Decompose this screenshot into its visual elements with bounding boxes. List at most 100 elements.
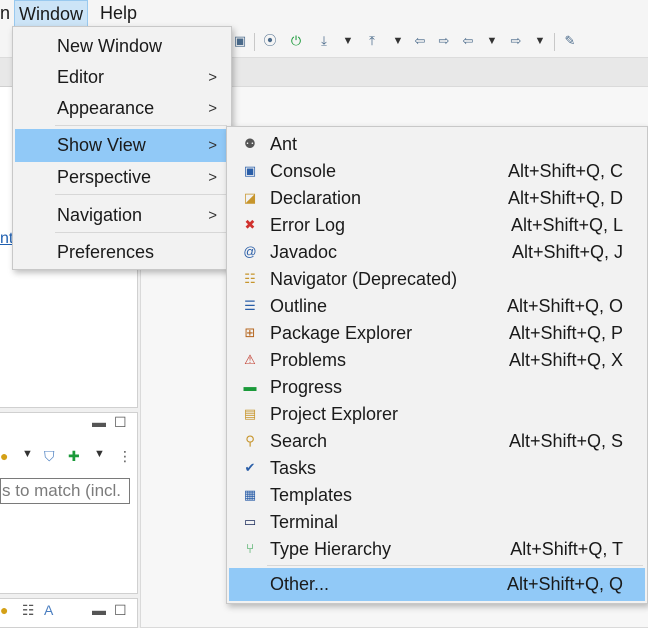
view-item-label: Declaration bbox=[270, 188, 362, 208]
terminal-icon: ▭ bbox=[243, 514, 257, 529]
templates-icon: ▦ bbox=[243, 487, 257, 502]
maximize-icon[interactable]: ☐ bbox=[114, 414, 127, 431]
ant-icon: ⚉ bbox=[244, 136, 256, 151]
view-item-label: Terminal bbox=[270, 512, 339, 532]
progress-icon: ▬ bbox=[243, 379, 257, 394]
view-item-search[interactable]: ⚲ Search Alt+Shift+Q, S bbox=[229, 428, 645, 455]
view-item-ant[interactable]: ⚉ Ant bbox=[229, 131, 645, 158]
view-item-shortcut: Alt+Shift+Q, T bbox=[510, 539, 623, 559]
view-item-problems[interactable]: ⚠ Problems Alt+Shift+Q, X bbox=[229, 347, 645, 374]
view-item-javadoc[interactable]: @ Javadoc Alt+Shift+Q, J bbox=[229, 239, 645, 266]
view-item-label: Tasks bbox=[270, 458, 317, 478]
menu-window-prev[interactable]: n bbox=[0, 0, 14, 27]
view-item-other[interactable]: Other... Alt+Shift+Q, Q bbox=[229, 568, 645, 601]
forward-history-icon[interactable]: ⇨ bbox=[436, 33, 452, 49]
console-icon: ▣ bbox=[243, 163, 257, 178]
package-explorer-icon: ⊞ bbox=[244, 325, 256, 340]
view-item-outline[interactable]: ☰ Outline Alt+Shift+Q, O bbox=[229, 293, 645, 320]
view-item-shortcut: Alt+Shift+Q, C bbox=[507, 161, 623, 181]
view-item-error-log[interactable]: ✖ Error Log Alt+Shift+Q, L bbox=[229, 212, 645, 239]
lightbulb-icon[interactable]: ● bbox=[0, 602, 8, 618]
chevron-right-icon: > bbox=[208, 137, 217, 154]
view-item-shortcut: Alt+Shift+Q, X bbox=[508, 350, 623, 370]
menu-item-label: Navigation bbox=[57, 205, 143, 225]
view-item-progress[interactable]: ▬ Progress bbox=[229, 374, 645, 401]
menu-item-navigation[interactable]: Navigation > bbox=[15, 199, 229, 232]
chevron-down-icon[interactable]: ▼ bbox=[22, 448, 33, 460]
menu-help[interactable]: Help bbox=[96, 0, 141, 27]
view-item-label: Navigator (Deprecated) bbox=[270, 269, 458, 289]
view-item-package-explorer[interactable]: ⊞ Package Explorer Alt+Shift+Q, P bbox=[229, 320, 645, 347]
run-icon[interactable]: ⏻ bbox=[288, 33, 304, 49]
problems-icon: ⚠ bbox=[244, 352, 256, 367]
text-icon[interactable]: A bbox=[44, 602, 53, 618]
back-icon[interactable]: ⇦ bbox=[460, 33, 476, 49]
menu-item-preferences[interactable]: Preferences bbox=[15, 236, 229, 269]
window-menu: New Window Editor > Appearance > Show Vi… bbox=[12, 26, 232, 270]
view-item-label: Error Log bbox=[270, 215, 346, 235]
menu-item-show-view[interactable]: Show View > bbox=[15, 129, 229, 162]
menubar: n Window Help bbox=[0, 0, 648, 27]
next-annotation-icon[interactable]: ⤒ bbox=[364, 33, 380, 49]
type-hierarchy-icon: ⑂ bbox=[246, 541, 254, 556]
view-item-console[interactable]: ▣ Console Alt+Shift+Q, C bbox=[229, 158, 645, 185]
terminal-toolbar-icon[interactable]: ▣ bbox=[232, 33, 248, 49]
minimize-icon[interactable]: ▬ bbox=[92, 602, 106, 618]
chevron-down-icon[interactable]: ▼ bbox=[340, 33, 356, 49]
view-item-label: Outline bbox=[270, 296, 328, 316]
menu-window[interactable]: Window bbox=[14, 0, 89, 27]
toolbar-separator bbox=[554, 33, 555, 51]
view-item-type-hierarchy[interactable]: ⑂ Type Hierarchy Alt+Shift+Q, T bbox=[229, 536, 645, 563]
menu-separator bbox=[55, 125, 227, 126]
chevron-right-icon: > bbox=[208, 69, 217, 86]
view-item-declaration[interactable]: ◪ Declaration Alt+Shift+Q, D bbox=[229, 185, 645, 212]
view-item-navigator[interactable]: ☷ Navigator (Deprecated) bbox=[229, 266, 645, 293]
view-item-project-explorer[interactable]: ▤ Project Explorer bbox=[229, 401, 645, 428]
hierarchy-icon[interactable]: ☷ bbox=[22, 602, 35, 619]
last-edit-location-icon[interactable]: ⇦ bbox=[412, 33, 428, 49]
chevron-right-icon: > bbox=[208, 100, 217, 117]
view-item-label: Templates bbox=[270, 485, 353, 505]
external-tools-icon[interactable]: ⤓ bbox=[316, 33, 332, 49]
chevron-down-icon[interactable]: ▼ bbox=[484, 33, 500, 49]
view-item-label: Other... bbox=[270, 574, 330, 594]
view-item-label: Package Explorer bbox=[270, 323, 413, 343]
filter-input[interactable]: s to match (incl. bbox=[0, 478, 130, 504]
menu-item-editor[interactable]: Editor > bbox=[15, 61, 229, 94]
menu-item-label: Perspective bbox=[57, 167, 152, 187]
view-item-shortcut: Alt+Shift+Q, L bbox=[510, 215, 623, 235]
view-item-label: Ant bbox=[270, 134, 298, 154]
tasks-icon: ✔ bbox=[244, 460, 256, 475]
add-icon[interactable]: ✚ bbox=[68, 448, 80, 465]
view-menu-icon[interactable]: ⋮ bbox=[118, 448, 132, 465]
menu-item-appearance[interactable]: Appearance > bbox=[15, 92, 229, 125]
view-item-shortcut: Alt+Shift+Q, J bbox=[511, 242, 623, 262]
forward-icon[interactable]: ⇨ bbox=[508, 33, 524, 49]
filter-icon[interactable]: ⛉ bbox=[44, 448, 55, 465]
menu-item-perspective[interactable]: Perspective > bbox=[15, 161, 229, 194]
menu-item-label: New Window bbox=[57, 36, 163, 56]
view-item-shortcut: Alt+Shift+Q, O bbox=[506, 296, 623, 316]
menu-item-new-window[interactable]: New Window bbox=[15, 30, 229, 63]
declaration-icon: ◪ bbox=[243, 190, 257, 205]
view-item-label: Project Explorer bbox=[270, 404, 399, 424]
breakpoint-icon[interactable]: ⦿ bbox=[262, 33, 278, 49]
outline-icon: ☰ bbox=[244, 298, 256, 313]
chevron-down-icon[interactable]: ▼ bbox=[532, 33, 548, 49]
menu-item-label: Show View bbox=[57, 135, 146, 155]
view-item-terminal[interactable]: ▭ Terminal bbox=[229, 509, 645, 536]
menu-separator bbox=[55, 194, 227, 195]
chevron-down-icon[interactable]: ▼ bbox=[390, 33, 406, 49]
view-item-label: Javadoc bbox=[270, 242, 338, 262]
chevron-down-icon[interactable]: ▼ bbox=[94, 448, 105, 460]
view-item-tasks[interactable]: ✔ Tasks bbox=[229, 455, 645, 482]
pin-editor-icon[interactable]: ✎ bbox=[562, 33, 578, 49]
view-item-templates[interactable]: ▦ Templates bbox=[229, 482, 645, 509]
toolbar-separator bbox=[254, 33, 255, 51]
view-item-shortcut: Alt+Shift+Q, P bbox=[508, 323, 623, 343]
maximize-icon[interactable]: ☐ bbox=[114, 602, 127, 619]
lightbulb-icon[interactable]: ● bbox=[0, 448, 8, 464]
show-view-submenu: ⚉ Ant ▣ Console Alt+Shift+Q, C ◪ Declara… bbox=[226, 126, 648, 604]
minimize-icon[interactable]: ▬ bbox=[92, 414, 106, 430]
chevron-right-icon: > bbox=[208, 207, 217, 224]
